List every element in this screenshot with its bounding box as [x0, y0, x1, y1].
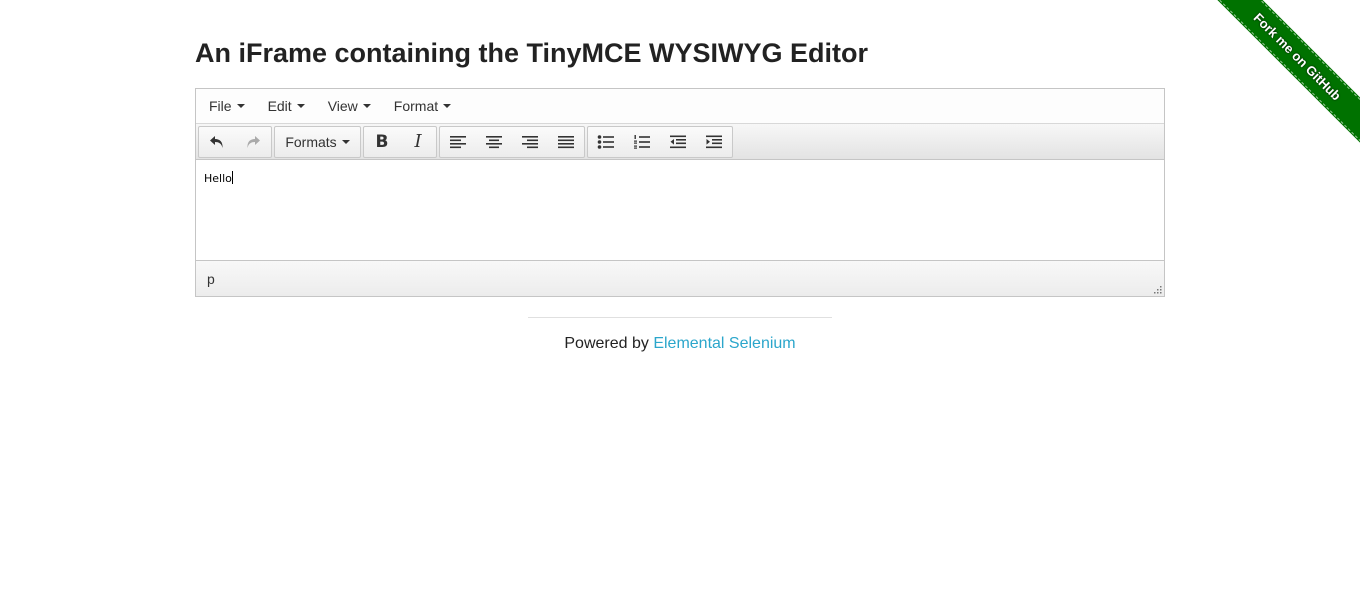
- menu-file[interactable]: File: [200, 98, 254, 114]
- align-left-button[interactable]: [440, 127, 476, 157]
- caret-down-icon: [362, 104, 371, 108]
- menu-edit-label: Edit: [267, 98, 292, 114]
- align-justify-icon: [558, 135, 574, 148]
- align-group: [439, 125, 585, 158]
- caret-down-icon: [236, 104, 245, 108]
- menubar: File Edit View Format: [196, 89, 1164, 124]
- bullet-list-button[interactable]: [588, 127, 624, 157]
- align-right-button[interactable]: [512, 127, 548, 157]
- outdent-button[interactable]: [660, 127, 696, 157]
- numbered-list-icon: [634, 134, 650, 149]
- italic-button[interactable]: I: [400, 127, 436, 157]
- undo-icon: [210, 135, 223, 148]
- caret-down-icon: [443, 104, 452, 108]
- outdent-icon: [670, 135, 686, 148]
- menu-view-label: View: [327, 98, 358, 114]
- menu-file-label: File: [209, 98, 232, 114]
- bold-button[interactable]: B: [364, 127, 400, 157]
- resize-handle-icon[interactable]: [1152, 284, 1162, 294]
- undo-button[interactable]: [199, 127, 235, 157]
- editor-paragraph[interactable]: Hello: [204, 171, 233, 185]
- italic-icon: I: [414, 131, 422, 152]
- bullet-list-icon: [597, 134, 614, 149]
- github-ribbon[interactable]: Fork me on GitHub: [1210, 0, 1360, 150]
- github-ribbon-link[interactable]: Fork me on GitHub: [1210, 0, 1360, 149]
- align-left-icon: [450, 135, 466, 148]
- menu-format-label: Format: [393, 98, 439, 114]
- element-path[interactable]: p: [207, 271, 215, 287]
- formats-dropdown[interactable]: Formats: [275, 127, 360, 157]
- align-right-icon: [522, 135, 538, 148]
- align-center-icon: [486, 135, 502, 148]
- menu-view[interactable]: View: [319, 98, 380, 114]
- footer-prefix: Powered by: [564, 335, 649, 352]
- bold-icon: B: [375, 131, 389, 152]
- history-group: [198, 125, 272, 158]
- page-title: An iFrame containing the TinyMCE WYSIWYG…: [195, 38, 869, 68]
- indent-icon: [706, 135, 722, 148]
- redo-button[interactable]: [235, 127, 271, 157]
- footer-divider: [528, 317, 832, 318]
- style-group: B I: [363, 125, 437, 158]
- caret-down-icon: [341, 139, 350, 144]
- elemental-selenium-link[interactable]: Elemental Selenium: [653, 335, 795, 352]
- editor-text: Hello: [204, 172, 232, 185]
- formats-label: Formats: [285, 133, 337, 150]
- toolbar: Formats B I: [196, 124, 1164, 160]
- list-group: [587, 125, 733, 158]
- redo-icon: [247, 135, 260, 148]
- text-cursor: [231, 171, 233, 184]
- numbered-list-button[interactable]: [624, 127, 660, 157]
- tinymce-editor: File Edit View Format Formats B I Hello …: [195, 88, 1165, 297]
- indent-button[interactable]: [696, 127, 732, 157]
- align-justify-button[interactable]: [548, 127, 584, 157]
- caret-down-icon: [296, 104, 305, 108]
- formats-group: Formats: [274, 125, 361, 158]
- footer: Powered by Elemental Selenium: [0, 335, 1360, 353]
- editor-content-area[interactable]: Hello: [196, 160, 1164, 260]
- align-center-button[interactable]: [476, 127, 512, 157]
- menu-edit[interactable]: Edit: [259, 98, 314, 114]
- statusbar: p: [196, 260, 1164, 296]
- menu-format[interactable]: Format: [385, 98, 460, 114]
